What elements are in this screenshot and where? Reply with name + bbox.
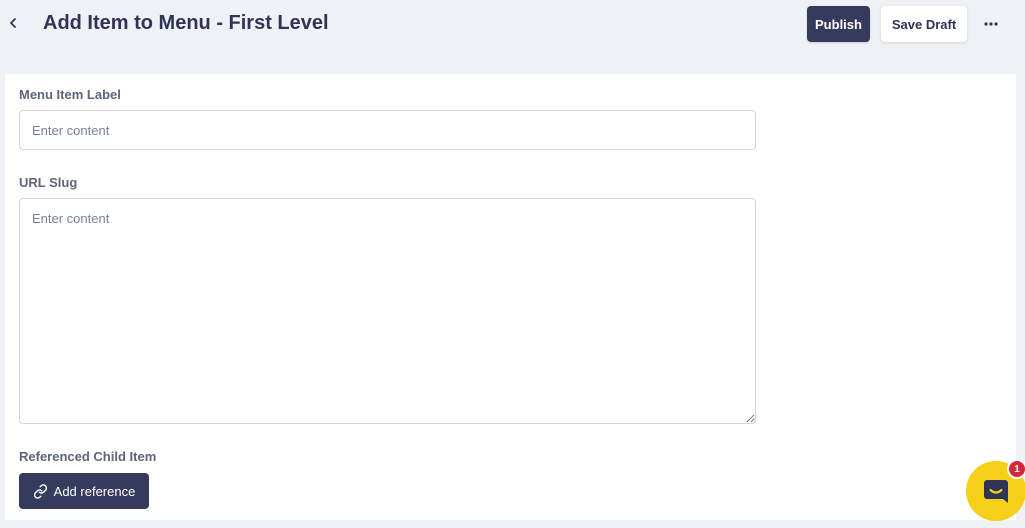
entry-form-panel: Menu Item Label URL Slug Referenced Chil… xyxy=(5,74,1016,520)
save-draft-button[interactable]: Save Draft xyxy=(881,6,967,42)
link-icon xyxy=(33,483,47,499)
more-horizontal-icon xyxy=(984,22,998,26)
more-options-button[interactable] xyxy=(979,12,1003,36)
page-title: Add Item to Menu - First Level xyxy=(43,12,329,34)
url-slug-title: URL Slug xyxy=(19,175,78,190)
add-reference-button[interactable]: Add reference xyxy=(19,473,149,509)
add-reference-label: Add reference xyxy=(53,483,136,499)
notification-badge: 1 xyxy=(1007,459,1025,479)
chevron-left-icon xyxy=(10,18,16,28)
publish-button[interactable]: Publish xyxy=(807,6,870,42)
menu-item-label-input[interactable] xyxy=(19,110,756,150)
back-button[interactable] xyxy=(4,12,22,34)
page-header: Add Item to Menu - First Level Publish S… xyxy=(0,0,1025,48)
chat-icon xyxy=(984,480,1008,503)
menu-item-label-title: Menu Item Label xyxy=(19,87,121,102)
referenced-child-title: Referenced Child Item xyxy=(19,449,157,464)
url-slug-textarea[interactable] xyxy=(19,198,756,424)
